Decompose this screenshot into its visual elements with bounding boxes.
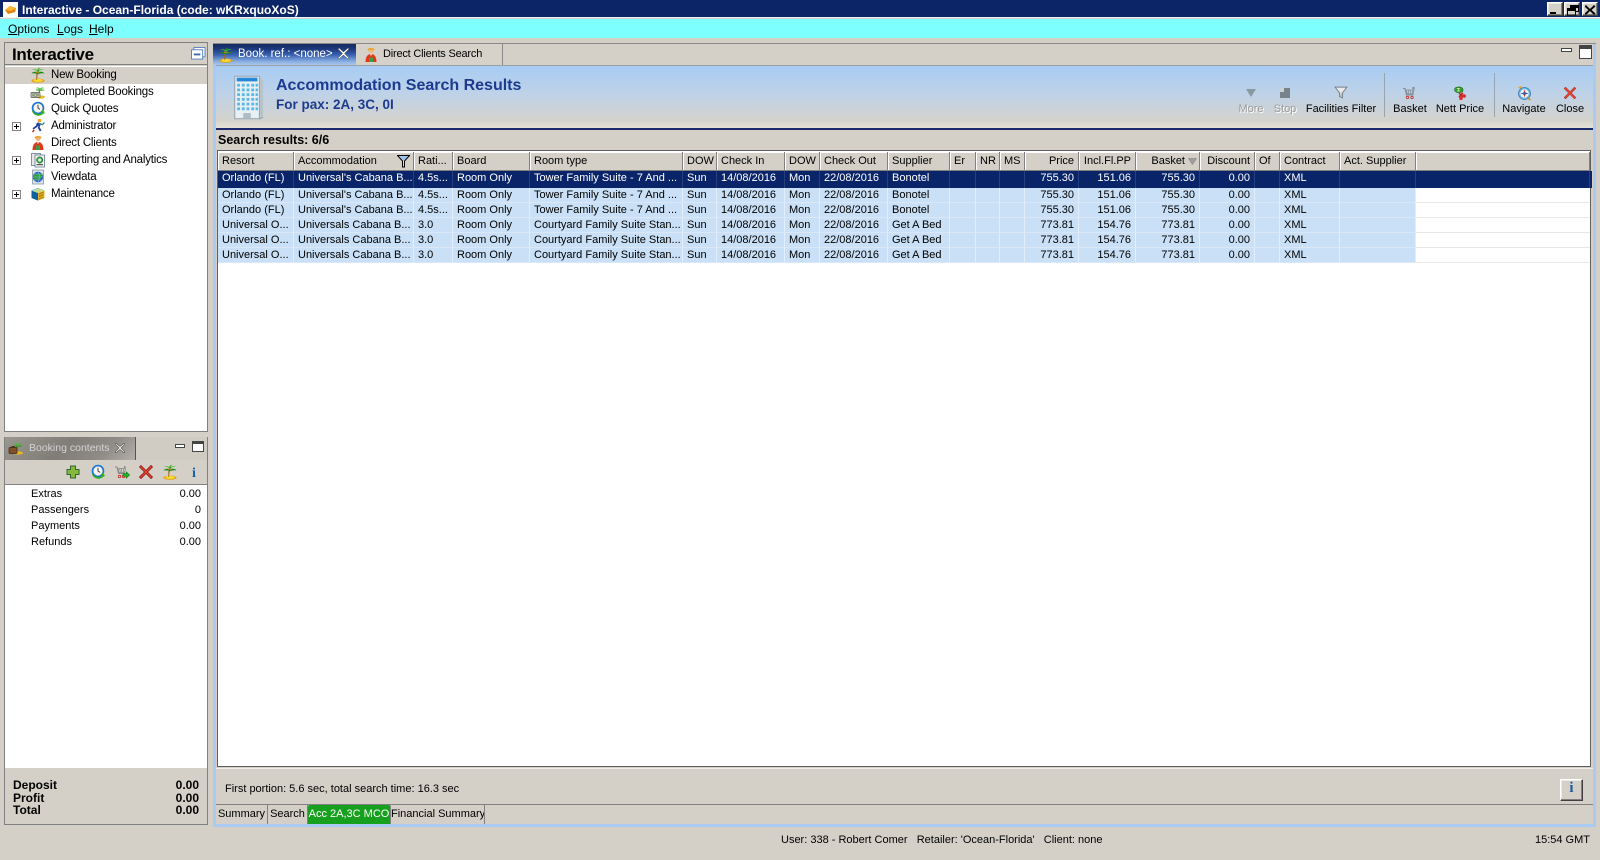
svg-text:i: i bbox=[192, 466, 196, 480]
